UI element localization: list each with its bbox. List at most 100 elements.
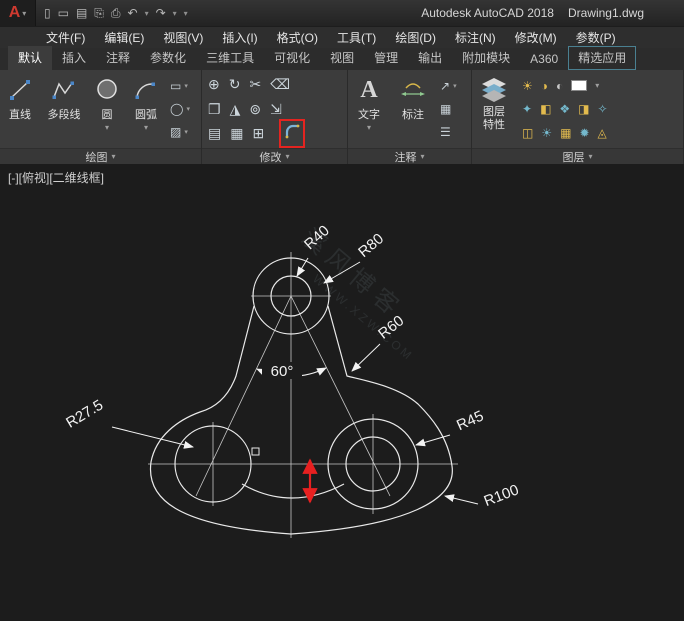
redo-dropdown-icon[interactable]: ▾ bbox=[173, 9, 177, 18]
offset-icon[interactable]: ⊚ bbox=[249, 101, 261, 118]
circle-dropdown-icon[interactable]: ▾ bbox=[105, 123, 109, 132]
layer-tool-icon-4[interactable]: ◨ bbox=[578, 102, 589, 116]
model-space[interactable]: 溪风博客 WWW.XZW.COM bbox=[0, 164, 684, 621]
dim-r80-label[interactable]: R80 bbox=[355, 230, 387, 261]
rectangle-tool-button[interactable]: ▭ ▾ bbox=[170, 79, 190, 93]
redo-icon[interactable]: ↷ bbox=[156, 7, 166, 19]
tab-add-ins[interactable]: 附加模块 bbox=[452, 46, 520, 70]
centerlines[interactable] bbox=[148, 252, 458, 538]
tab-3d-tools[interactable]: 三维工具 bbox=[196, 46, 264, 70]
layer-tool-icon-5[interactable]: ✧ bbox=[598, 102, 608, 116]
dim-r45-label[interactable]: R45 bbox=[454, 408, 486, 435]
array-icon[interactable]: ▦ bbox=[230, 125, 243, 142]
dimension-leaders[interactable] bbox=[112, 258, 478, 504]
part-geometry[interactable] bbox=[150, 258, 452, 534]
move-icon[interactable]: ⊕ bbox=[208, 76, 220, 93]
tab-parametric[interactable]: 参数化 bbox=[140, 46, 196, 70]
copy-icon[interactable]: ❐ bbox=[208, 101, 221, 118]
menu-file[interactable]: 文件(F) bbox=[46, 29, 85, 46]
hatch-tool-button[interactable]: ▨ ▾ bbox=[170, 125, 190, 139]
text-dropdown-icon[interactable]: ▾ bbox=[367, 123, 371, 132]
tab-visualize[interactable]: 可视化 bbox=[264, 46, 320, 70]
menu-format[interactable]: 格式(O) bbox=[277, 29, 318, 46]
undo-dropdown-icon[interactable]: ▾ bbox=[145, 9, 149, 18]
menu-tools[interactable]: 工具(T) bbox=[337, 29, 376, 46]
dim-r100-label[interactable]: R100 bbox=[482, 481, 522, 510]
pickbox-cursor[interactable] bbox=[252, 448, 259, 455]
layer-tool-icon-8[interactable]: ▦ bbox=[560, 126, 571, 140]
panel-modify: ⊕ ↻ ✂ ⌫ ❐ ◮ ⊚ ⇲ ▤ ▦ ⊞ bbox=[202, 70, 348, 164]
trim-icon[interactable]: ✂ bbox=[249, 76, 261, 93]
layer-tool-icon-3[interactable]: ❖ bbox=[559, 102, 570, 116]
drawing-canvas[interactable]: [-][俯视][二维线框] 溪风博客 WWW.XZW.COM bbox=[0, 164, 684, 621]
r40-leader[interactable] bbox=[297, 258, 308, 276]
tab-annotate[interactable]: 注释 bbox=[96, 46, 140, 70]
inner-bottom-arc[interactable] bbox=[242, 484, 344, 498]
arc-tool-button[interactable]: 圆弧 ▾ bbox=[126, 70, 166, 148]
new-file-icon[interactable]: ▯ bbox=[44, 7, 51, 19]
panel-label-draw[interactable]: 绘图 ▾ bbox=[0, 148, 201, 164]
part-outline[interactable] bbox=[150, 306, 452, 534]
rotate-icon[interactable]: ↻ bbox=[229, 76, 241, 93]
menu-view[interactable]: 视图(V) bbox=[163, 29, 203, 46]
layer-tool-icon-2[interactable]: ◧ bbox=[540, 102, 551, 116]
plot-icon[interactable]: ⎙ bbox=[111, 7, 121, 19]
arc-dropdown-icon[interactable]: ▾ bbox=[144, 123, 148, 132]
viewport-controls[interactable]: [-][俯视][二维线框] bbox=[8, 169, 104, 186]
layer-tool-icon-7[interactable]: ☀ bbox=[541, 126, 552, 140]
panel-label-annotation[interactable]: 注释 ▾ bbox=[348, 148, 471, 164]
layer-tool-icon-9[interactable]: ✹ bbox=[579, 126, 589, 140]
menu-insert[interactable]: 插入(I) bbox=[222, 29, 257, 46]
menu-modify[interactable]: 修改(M) bbox=[515, 29, 557, 46]
open-file-icon[interactable]: ▭ bbox=[58, 7, 69, 19]
qat-customize-icon[interactable]: ▾ bbox=[184, 9, 188, 18]
r275-leader[interactable] bbox=[112, 427, 193, 447]
dim-angle-label[interactable]: 60° bbox=[271, 363, 294, 380]
layer-lock-icon[interactable]: ◐ bbox=[556, 79, 563, 93]
erase-icon[interactable]: ⌫ bbox=[270, 76, 290, 93]
dim-r275-label[interactable]: R27.5 bbox=[63, 397, 106, 432]
panel-label-modify[interactable]: 修改 ▾ bbox=[202, 148, 347, 164]
left-diagonal-centerline[interactable] bbox=[196, 296, 291, 496]
dimension-tool-button[interactable]: 标注 bbox=[390, 70, 436, 148]
menu-dimension[interactable]: 标注(N) bbox=[455, 29, 496, 46]
tab-manage[interactable]: 管理 bbox=[364, 46, 408, 70]
scale-icon[interactable]: ▤ bbox=[208, 125, 221, 142]
polyline-tool-button[interactable]: 多段线 bbox=[40, 70, 88, 148]
layer-dropdown-icon[interactable]: ▾ bbox=[595, 81, 599, 90]
line-tool-button[interactable]: 直线 bbox=[0, 70, 40, 148]
fillet-tool-button-highlighted[interactable] bbox=[279, 119, 305, 148]
ellipse-tool-button[interactable]: ◯ ▾ bbox=[170, 102, 190, 116]
layer-color-swatch[interactable] bbox=[571, 80, 587, 91]
text-tool-button[interactable]: A 文字 ▾ bbox=[348, 70, 390, 148]
undo-icon[interactable]: ↶ bbox=[128, 7, 138, 19]
menu-parametric[interactable]: 参数(P) bbox=[576, 29, 616, 46]
layer-tool-icon-10[interactable]: ◬ bbox=[598, 126, 607, 140]
panel-label-layers[interactable]: 图层 ▾ bbox=[472, 148, 683, 164]
app-menu-button[interactable]: A ▾ bbox=[0, 0, 36, 26]
tab-a360[interactable]: A360 bbox=[520, 49, 568, 70]
explode-icon[interactable]: ⊞ bbox=[252, 125, 264, 142]
menu-draw[interactable]: 绘图(D) bbox=[395, 29, 436, 46]
leader-tool-button[interactable]: ↗ ▾ bbox=[440, 79, 457, 93]
r60-leader[interactable] bbox=[352, 344, 380, 371]
text-style-tool-button[interactable]: ☰ bbox=[440, 125, 457, 139]
mirror-icon[interactable]: ◮ bbox=[230, 101, 241, 118]
circle-tool-button[interactable]: 圆 ▾ bbox=[88, 70, 126, 148]
tab-insert[interactable]: 插入 bbox=[52, 46, 96, 70]
layer-freeze-icon[interactable]: ◑ bbox=[541, 79, 548, 93]
menu-edit[interactable]: 编辑(E) bbox=[104, 29, 144, 46]
stretch-icon[interactable]: ⇲ bbox=[270, 101, 282, 118]
tab-home[interactable]: 默认 bbox=[8, 46, 52, 70]
save-as-icon[interactable]: ⎘ bbox=[94, 7, 104, 19]
layer-properties-button[interactable]: 图层 特性 bbox=[472, 70, 516, 148]
layer-on-icon[interactable]: ☀ bbox=[522, 79, 533, 93]
layer-tool-icon-1[interactable]: ✦ bbox=[522, 102, 532, 116]
layer-tool-icon-6[interactable]: ◫ bbox=[522, 126, 533, 140]
save-icon[interactable]: ▤ bbox=[76, 7, 87, 19]
r100-leader[interactable] bbox=[445, 496, 478, 504]
tab-featured-apps[interactable]: 精选应用 bbox=[568, 46, 636, 70]
table-tool-button[interactable]: ▦ bbox=[440, 102, 457, 116]
tab-output[interactable]: 输出 bbox=[408, 46, 452, 70]
tab-view[interactable]: 视图 bbox=[320, 46, 364, 70]
